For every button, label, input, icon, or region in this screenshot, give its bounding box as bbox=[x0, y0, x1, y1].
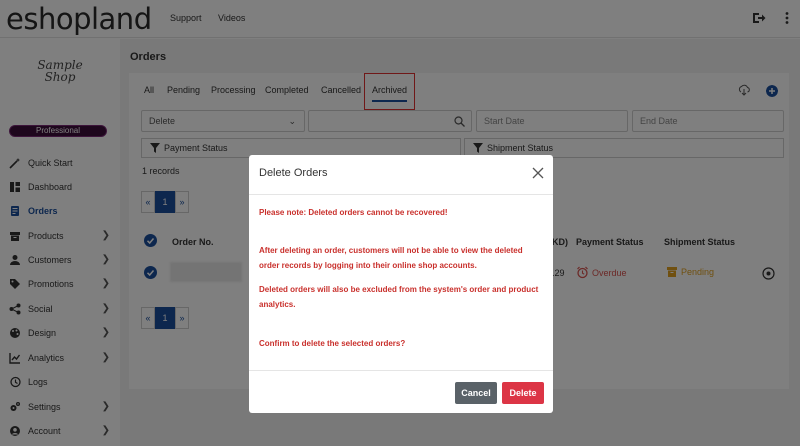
close-icon[interactable] bbox=[532, 167, 544, 179]
delete-orders-dialog: Delete Orders Please note: Deleted order… bbox=[249, 155, 553, 413]
dialog-title: Delete Orders bbox=[259, 167, 328, 179]
warning-not-recoverable: Please note: Deleted orders cannot be re… bbox=[259, 208, 448, 217]
warning-analytics: Deleted orders will also be excluded fro… bbox=[259, 285, 539, 309]
dialog-header: Delete Orders bbox=[249, 155, 553, 195]
warning-customers-view: After deleting an order, customers will … bbox=[259, 246, 523, 270]
dialog-footer: Cancel Delete bbox=[249, 370, 553, 413]
delete-button[interactable]: Delete bbox=[502, 382, 544, 404]
confirm-question: Confirm to delete the selected orders? bbox=[259, 339, 406, 348]
cancel-button[interactable]: Cancel bbox=[455, 382, 497, 404]
